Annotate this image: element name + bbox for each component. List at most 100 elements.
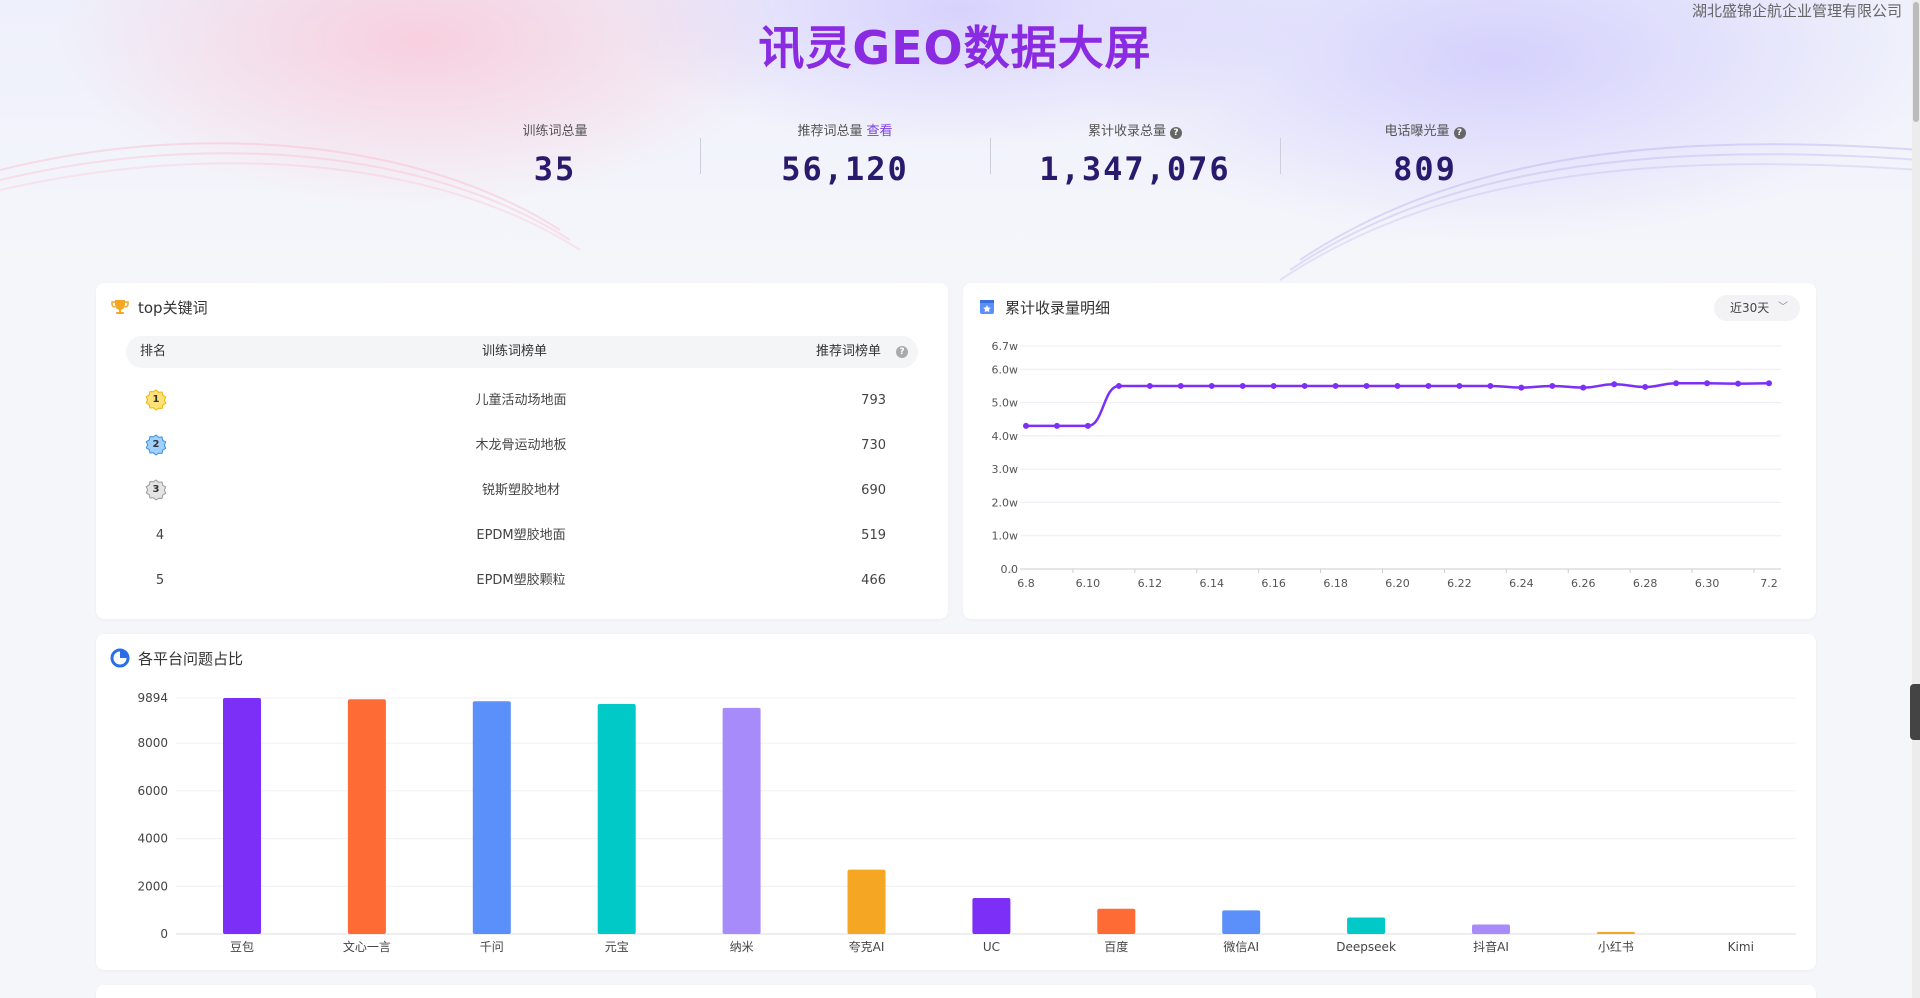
- card-title-text: top关键词: [138, 298, 208, 317]
- y-tick-label: 4.0w: [992, 430, 1019, 443]
- medal-icon: 3: [144, 478, 168, 502]
- data-point: [1301, 382, 1308, 389]
- x-tick-label: 7.2: [1760, 577, 1778, 590]
- x-tick-label: 千问: [480, 940, 504, 954]
- scrollbar-thumb[interactable]: [1913, 2, 1919, 122]
- table-row: 2 木龙骨运动地板 730: [126, 423, 918, 468]
- y-tick-label: 3.0w: [992, 463, 1019, 476]
- table-row: 4 EPDM塑胶地面 519: [126, 513, 918, 558]
- x-tick-label: 纳米: [730, 940, 754, 954]
- y-tick-label: 6.7w: [992, 340, 1019, 353]
- data-point: [1580, 384, 1587, 391]
- keyword-value: 519: [861, 528, 886, 543]
- y-tick-label: 2000: [137, 879, 168, 893]
- keyword-name: 木龙骨运动地板: [475, 438, 567, 453]
- data-point: [1146, 382, 1153, 389]
- data-point: [1766, 380, 1772, 387]
- bar: [597, 704, 636, 934]
- medal-icon: 2: [144, 433, 168, 457]
- x-tick-label: 6.16: [1261, 577, 1286, 590]
- data-point: [1270, 382, 1277, 389]
- side-handle[interactable]: [1910, 684, 1920, 740]
- data-point: [1084, 422, 1091, 429]
- medal-icon: 1: [144, 388, 168, 412]
- x-tick-label: Deepseek: [1336, 940, 1396, 954]
- top-keywords-card: top关键词 排名 训练词榜单 推荐词榜单 ? 1 儿童活动场地面 793 2 木龙骨运…: [96, 283, 948, 619]
- x-tick-label: 6.28: [1633, 577, 1658, 590]
- table-row: 5 EPDM塑胶颗粒 466: [126, 558, 918, 603]
- data-point: [1053, 422, 1060, 429]
- x-tick-label: 百度: [1104, 939, 1128, 954]
- column-header-name: 训练词榜单: [482, 344, 548, 359]
- bar: [847, 869, 886, 934]
- view-link[interactable]: 查看: [867, 124, 893, 139]
- help-icon[interactable]: ?: [896, 346, 908, 358]
- keyword-value: 690: [861, 483, 886, 498]
- platform-card: 各平台问题占比 0 2000 4000 6000 8000 9894 豆包 文心一言 千问 元宝纳…: [96, 634, 1816, 970]
- bar: [1347, 917, 1386, 934]
- card-title: top关键词: [110, 295, 208, 319]
- data-point: [1115, 382, 1122, 389]
- rank-number: 5: [155, 573, 165, 588]
- page-scrollbar[interactable]: [1912, 0, 1920, 998]
- help-icon[interactable]: ?: [1170, 127, 1182, 139]
- keyword-value: 466: [861, 573, 886, 588]
- series-line: [1025, 382, 1770, 428]
- bar: [1097, 908, 1136, 934]
- data-point: [1425, 382, 1432, 389]
- data-point: [1735, 380, 1742, 387]
- stat-cumulative-index: 累计收录总量? 1,347,076: [990, 122, 1280, 192]
- page-title: 讯灵GEO数据大屏: [758, 21, 1152, 75]
- keyword-name: 锐斯塑胶地材: [481, 483, 560, 498]
- x-tick-label: 元宝: [605, 940, 629, 954]
- stat-value: 56,120: [781, 150, 909, 188]
- x-tick-label: 6.20: [1385, 577, 1410, 590]
- data-point: [1518, 384, 1525, 391]
- data-point: [1549, 382, 1556, 389]
- bottom-card: [96, 985, 1816, 998]
- x-tick-label: 豆包: [230, 940, 254, 954]
- x-tick-label: 微信AI: [1223, 940, 1259, 954]
- x-tick-label: 6.26: [1571, 577, 1596, 590]
- data-point: [1023, 422, 1029, 429]
- stat-value: 35: [533, 150, 577, 188]
- data-point: [1177, 382, 1184, 389]
- x-tick-label: 6.22: [1447, 577, 1472, 590]
- bar: [472, 701, 511, 934]
- y-tick-label: 6000: [137, 784, 168, 798]
- bar: [347, 699, 386, 934]
- rank-number: 2: [152, 439, 160, 450]
- x-tick-label: 6.12: [1138, 577, 1163, 590]
- keyword-name: EPDM塑胶颗粒: [476, 573, 566, 588]
- column-header-rank: 排名: [140, 344, 167, 359]
- keyword-value: 730: [861, 438, 886, 453]
- x-tick-label: 文心一言: [343, 939, 391, 954]
- data-point: [1208, 382, 1215, 389]
- keyword-name: 儿童活动场地面: [475, 393, 567, 408]
- stats-bar: 训练词总量 35 推荐词总量 查看 56,120 累计收录总量? 1,347,07…: [410, 122, 1570, 192]
- y-tick-label: 6.0w: [992, 363, 1019, 376]
- bar: [223, 698, 261, 934]
- table-row: 3 锐斯塑胶地材 690: [126, 468, 918, 513]
- bar: [1596, 931, 1635, 934]
- x-tick-label: 小红书: [1598, 939, 1634, 954]
- trophy-icon: [110, 297, 130, 317]
- data-point: [1456, 382, 1463, 389]
- y-tick-label: 0.0: [1001, 563, 1019, 576]
- help-icon[interactable]: ?: [1453, 127, 1466, 139]
- y-tick-label: 2.0w: [992, 496, 1019, 509]
- stat-value: 1,347,076: [1039, 150, 1231, 188]
- x-tick-label: 6.14: [1200, 577, 1225, 590]
- data-point: [1363, 382, 1370, 389]
- y-tick-label: 5.0w: [992, 397, 1019, 410]
- y-tick-label: 8000: [137, 736, 168, 750]
- keyword-value: 793: [861, 393, 886, 408]
- x-tick-label: 6.24: [1509, 577, 1534, 590]
- data-point: [1611, 381, 1618, 388]
- data-point: [1487, 382, 1494, 389]
- rank-number: 4: [155, 528, 165, 543]
- table-row: 1 儿童活动场地面 793: [126, 378, 918, 423]
- data-point: [1394, 382, 1401, 389]
- x-tick-label: 6.10: [1076, 577, 1101, 590]
- platform-bar-chart: 0 2000 4000 6000 8000 9894 豆包 文心一言 千问 元宝 纳米 夸克AI UC 百…: [137, 691, 1796, 954]
